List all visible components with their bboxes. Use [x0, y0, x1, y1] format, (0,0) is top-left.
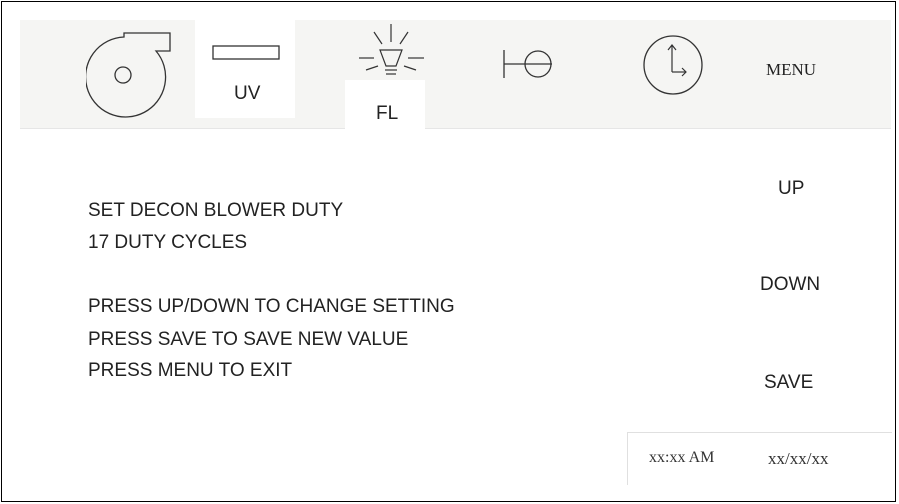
setting-title: SET DECON BLOWER DUTY: [88, 200, 344, 221]
setting-value: 17 DUTY CYCLES: [88, 232, 248, 253]
fl-label: FL: [376, 103, 399, 124]
up-button[interactable]: UP: [778, 178, 804, 200]
uv-lamp-icon[interactable]: [212, 45, 282, 61]
instruction-line: PRESS UP/DOWN TO CHANGE SETTING: [88, 296, 455, 317]
date-display: xx/xx/xx: [768, 449, 829, 468]
status-bar: xx:xx AM xx/xx/xx: [627, 432, 892, 485]
fluorescent-light-icon[interactable]: [354, 22, 430, 96]
uv-label: UV: [234, 83, 261, 104]
blower-icon[interactable]: [86, 29, 178, 121]
menu-button[interactable]: MENU: [766, 60, 816, 80]
clock-icon[interactable]: [640, 32, 706, 98]
time-display: xx:xx AM: [649, 449, 715, 466]
valve-icon[interactable]: [500, 46, 556, 82]
down-button[interactable]: DOWN: [760, 274, 820, 296]
instruction-line: PRESS SAVE TO SAVE NEW VALUE: [88, 329, 409, 350]
instruction-line: PRESS MENU TO EXIT: [88, 360, 293, 381]
save-button[interactable]: SAVE: [764, 372, 813, 394]
